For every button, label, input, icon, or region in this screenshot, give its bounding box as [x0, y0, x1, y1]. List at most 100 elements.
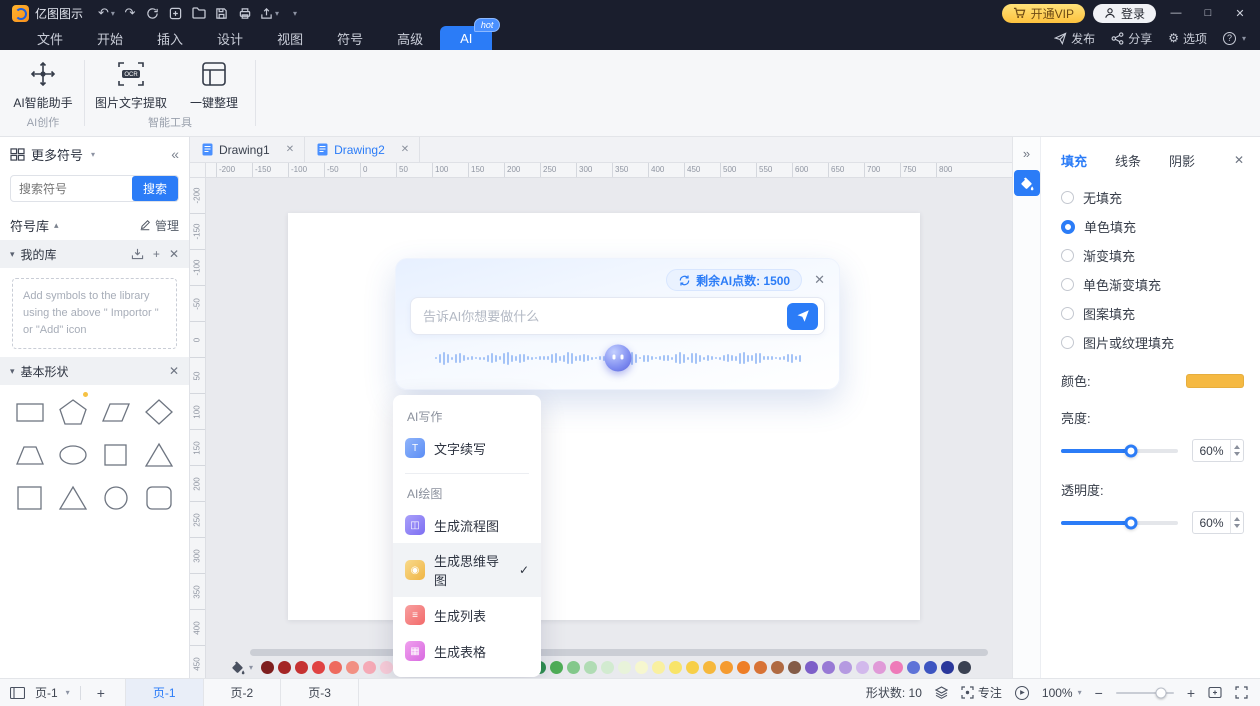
palette-color[interactable]: [635, 661, 648, 674]
palette-color[interactable]: [295, 661, 308, 674]
fill-color-tool[interactable]: ▾: [230, 660, 253, 675]
page-selector[interactable]: 页-1 ▾: [35, 684, 70, 701]
page-tab-页-1[interactable]: 页-1: [126, 679, 204, 706]
maximize-button[interactable]: □: [1196, 7, 1220, 19]
slider-knob[interactable]: [1125, 516, 1138, 529]
zoom-out-button[interactable]: −: [1095, 685, 1103, 701]
palette-color[interactable]: [805, 661, 818, 674]
shape-circle[interactable]: [95, 477, 138, 518]
close-tab-icon[interactable]: ✕: [286, 144, 294, 155]
step-up-icon[interactable]: [1234, 517, 1240, 521]
palette-color[interactable]: [890, 661, 903, 674]
expand-panel-button[interactable]: »: [1023, 146, 1030, 161]
more-symbols-button[interactable]: 更多符号: [31, 145, 83, 164]
palette-color[interactable]: [601, 661, 614, 674]
palette-color[interactable]: [839, 661, 852, 674]
document-tab-Drawing1[interactable]: Drawing1✕: [190, 137, 305, 162]
panel-tab-线条[interactable]: 线条: [1115, 151, 1141, 170]
shape-rounded-square[interactable]: [138, 477, 181, 518]
palette-color[interactable]: [346, 661, 359, 674]
palette-color[interactable]: [329, 661, 342, 674]
import-icon[interactable]: [131, 248, 144, 260]
refresh-button[interactable]: [142, 3, 164, 23]
close-library-icon[interactable]: ✕: [169, 247, 179, 261]
palette-color[interactable]: [856, 661, 869, 674]
horizontal-scrollbar[interactable]: [250, 649, 988, 656]
page-layout-icon[interactable]: [10, 687, 25, 699]
palette-color[interactable]: [312, 661, 325, 674]
chevron-up-icon[interactable]: ▴: [54, 220, 59, 231]
shape-rect-tall[interactable]: [95, 434, 138, 475]
shape-diamond[interactable]: [138, 391, 181, 432]
minimize-button[interactable]: —: [1164, 7, 1188, 19]
menu-item-插入[interactable]: 插入: [140, 26, 200, 50]
ai-menu-item-生成流程图[interactable]: ◫生成流程图: [393, 507, 541, 543]
palette-color[interactable]: [380, 661, 393, 674]
brightness-spinner[interactable]: 60%: [1192, 439, 1244, 462]
palette-color[interactable]: [720, 661, 733, 674]
palette-color[interactable]: [652, 661, 665, 674]
document-tab-Drawing2[interactable]: Drawing2✕: [305, 137, 420, 162]
opacity-slider[interactable]: [1061, 521, 1178, 525]
menu-item-文件[interactable]: 文件: [20, 26, 80, 50]
palette-color[interactable]: [788, 661, 801, 674]
canvas-viewport[interactable]: -200-150-100-500501001502002503003504004…: [190, 163, 1012, 678]
fit-window-button[interactable]: [1208, 686, 1222, 699]
close-tab-icon[interactable]: ✕: [401, 144, 409, 155]
export-button[interactable]: ▾: [257, 3, 282, 23]
shape-rect[interactable]: [8, 391, 51, 432]
basic-shapes-section-header[interactable]: ▾ 基本形状 ✕: [0, 357, 189, 385]
ai-assistant-button[interactable]: AI智能助手: [4, 50, 82, 111]
collapse-sidebar-button[interactable]: «: [171, 146, 179, 162]
fill-option-单色渐变填充[interactable]: 单色渐变填充: [1061, 270, 1244, 299]
stepper-arrows[interactable]: [1230, 440, 1243, 461]
palette-color[interactable]: [363, 661, 376, 674]
undo-button[interactable]: ↶▾: [95, 3, 118, 23]
palette-color[interactable]: [567, 661, 580, 674]
options-button[interactable]: ⚙ 选项: [1168, 30, 1207, 47]
menu-item-符号[interactable]: 符号: [320, 26, 380, 50]
zoom-in-button[interactable]: +: [1187, 685, 1195, 701]
palette-color[interactable]: [618, 661, 631, 674]
palette-color[interactable]: [278, 661, 291, 674]
ai-prompt-input[interactable]: [423, 309, 779, 324]
vip-button[interactable]: 开通VIP: [1002, 4, 1085, 23]
step-up-icon[interactable]: [1234, 445, 1240, 449]
shape-ellipse[interactable]: [51, 434, 94, 475]
menu-item-开始[interactable]: 开始: [80, 26, 140, 50]
palette-color[interactable]: [584, 661, 597, 674]
palette-color[interactable]: [907, 661, 920, 674]
fill-option-图片或纹理填充[interactable]: 图片或纹理填充: [1061, 328, 1244, 357]
ai-menu-item-生成表格[interactable]: ▦生成表格: [393, 633, 541, 669]
slider-knob[interactable]: [1125, 444, 1138, 457]
focus-mode-button[interactable]: 专注: [961, 684, 1002, 701]
ai-points-badge[interactable]: 剩余AI点数: 1500: [666, 269, 802, 291]
fill-option-渐变填充[interactable]: 渐变填充: [1061, 241, 1244, 270]
panel-close-icon[interactable]: ✕: [1234, 153, 1244, 167]
palette-color[interactable]: [754, 661, 767, 674]
add-page-button[interactable]: +: [91, 685, 111, 701]
opacity-spinner[interactable]: 60%: [1192, 511, 1244, 534]
palette-color[interactable]: [941, 661, 954, 674]
palette-color[interactable]: [703, 661, 716, 674]
palette-color[interactable]: [873, 661, 886, 674]
ai-menu-item-生成列表[interactable]: ≡生成列表: [393, 597, 541, 633]
menu-item-高级[interactable]: 高级: [380, 26, 440, 50]
zoom-level-dropdown[interactable]: 100% ▾: [1042, 686, 1082, 700]
search-button[interactable]: 搜索: [132, 176, 178, 201]
shape-triangle[interactable]: [51, 477, 94, 518]
palette-color[interactable]: [771, 661, 784, 674]
presentation-play-button[interactable]: ▶: [1015, 686, 1029, 700]
palette-color[interactable]: [737, 661, 750, 674]
publish-button[interactable]: 发布: [1054, 30, 1095, 47]
panel-tab-阴影[interactable]: 阴影: [1169, 151, 1195, 170]
ocr-button[interactable]: OCR 图片文字提取: [87, 50, 175, 111]
ai-robot-icon[interactable]: [604, 345, 631, 372]
menu-item-视图[interactable]: 视图: [260, 26, 320, 50]
palette-color[interactable]: [822, 661, 835, 674]
shape-square[interactable]: [8, 477, 51, 518]
palette-color[interactable]: [550, 661, 563, 674]
shape-pentagon[interactable]: [51, 391, 94, 432]
close-library-icon[interactable]: ✕: [169, 364, 179, 378]
shape-parallelogram[interactable]: [95, 391, 138, 432]
